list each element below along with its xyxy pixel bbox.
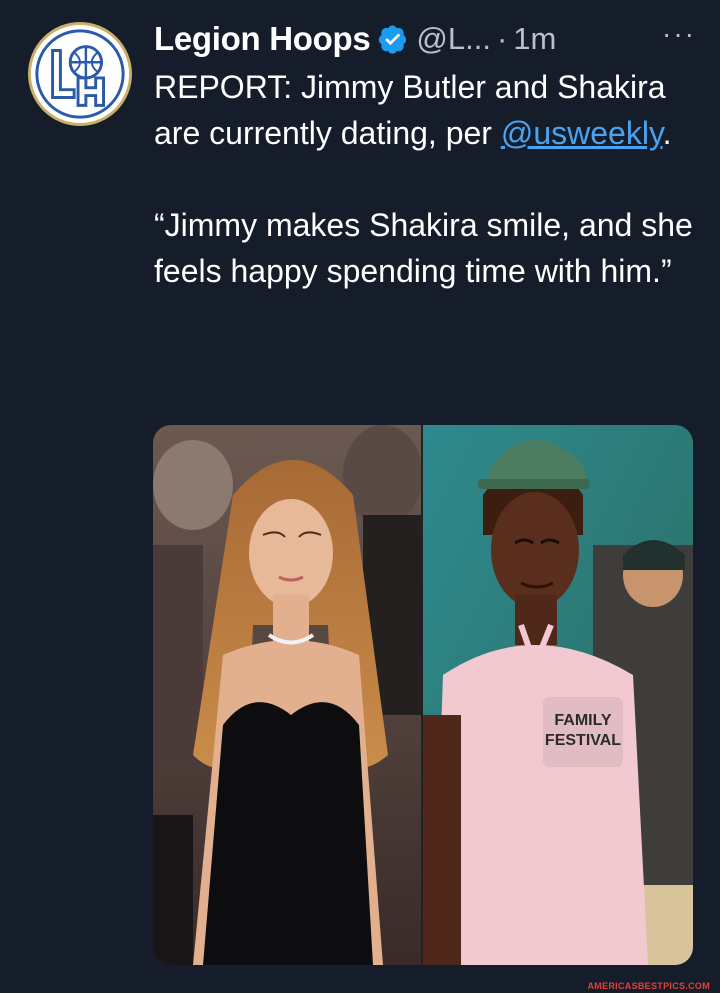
watermark: AMERICASBESTPICS.COM — [587, 981, 710, 991]
shirt-logo: FAMILY FESTIVAL — [543, 697, 623, 767]
tweet-media[interactable]: FAMILY FESTIVAL — [153, 425, 693, 965]
tweet-report-line: REPORT: Jimmy Butler and Shakira are cur… — [154, 64, 704, 156]
legion-hoops-logo-icon — [31, 25, 129, 123]
verified-badge-icon — [378, 24, 408, 54]
tweet-card[interactable]: Legion Hoops @L... · 1m ··· REPORT: Jimm… — [0, 0, 720, 993]
man-in-pink-shirt-photo: FAMILY FESTIVAL — [423, 425, 693, 965]
tweet-timestamp[interactable]: 1m — [513, 21, 556, 57]
shirt-text-line2: FESTIVAL — [545, 732, 621, 749]
author-handle[interactable]: @L... — [416, 21, 491, 57]
tweet-text: REPORT: Jimmy Butler and Shakira are cur… — [154, 64, 704, 294]
left-photo[interactable] — [153, 425, 421, 965]
separator-dot: · — [496, 21, 508, 56]
tweet-quote: “Jimmy makes Shakira smile, and she feel… — [154, 207, 693, 289]
woman-in-black-dress-photo — [153, 425, 421, 965]
tweet-text-post: . — [662, 115, 672, 151]
mention-link[interactable]: @usweekly — [501, 115, 663, 151]
tweet-header: Legion Hoops @L... · 1m ··· — [154, 14, 696, 64]
author-name[interactable]: Legion Hoops — [154, 20, 371, 58]
profile-avatar[interactable] — [28, 22, 132, 126]
right-photo[interactable]: FAMILY FESTIVAL — [423, 425, 693, 965]
more-options-icon[interactable]: ··· — [662, 18, 696, 50]
shirt-text-line1: FAMILY — [554, 712, 612, 729]
